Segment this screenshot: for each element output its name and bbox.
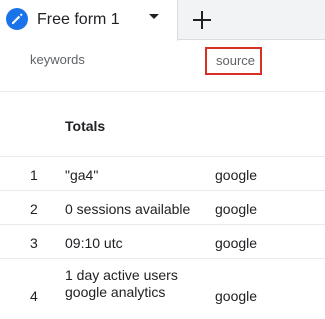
row-index: 1 xyxy=(30,167,38,183)
row-source: google xyxy=(215,167,258,183)
row-keyword: 1 day active users google analytics xyxy=(65,267,178,300)
column-header-source[interactable]: source xyxy=(205,47,262,75)
add-tab-button[interactable] xyxy=(186,4,218,36)
table-row[interactable]: 3 09:10 utc google xyxy=(0,225,325,259)
totals-row: Totals xyxy=(0,92,325,157)
tab-bar: Free form 1 xyxy=(0,0,325,41)
column-header-row: keywords source xyxy=(0,40,325,92)
row-source: google xyxy=(215,201,258,217)
tab-label: Free form 1 xyxy=(37,11,120,28)
row-source: google xyxy=(215,235,258,251)
row-keyword: "ga4" xyxy=(65,167,99,183)
tab-free-form-1[interactable]: Free form 1 xyxy=(0,0,178,41)
row-index: 3 xyxy=(30,235,38,251)
row-keyword: 0 sessions available xyxy=(65,201,191,217)
row-source: google xyxy=(215,288,258,304)
column-header-keywords[interactable]: keywords xyxy=(30,52,85,68)
table-row[interactable]: 1 "ga4" google xyxy=(0,157,325,191)
pencil-icon xyxy=(6,8,28,30)
totals-label: Totals xyxy=(65,118,106,134)
table-row[interactable]: 2 0 sessions available google xyxy=(0,191,325,225)
table-row[interactable]: 4 1 day active users google analytics go… xyxy=(0,259,325,319)
row-index: 4 xyxy=(30,288,38,304)
row-index: 2 xyxy=(30,201,38,217)
row-keyword: 09:10 utc xyxy=(65,235,123,251)
chevron-down-icon[interactable] xyxy=(149,14,159,19)
